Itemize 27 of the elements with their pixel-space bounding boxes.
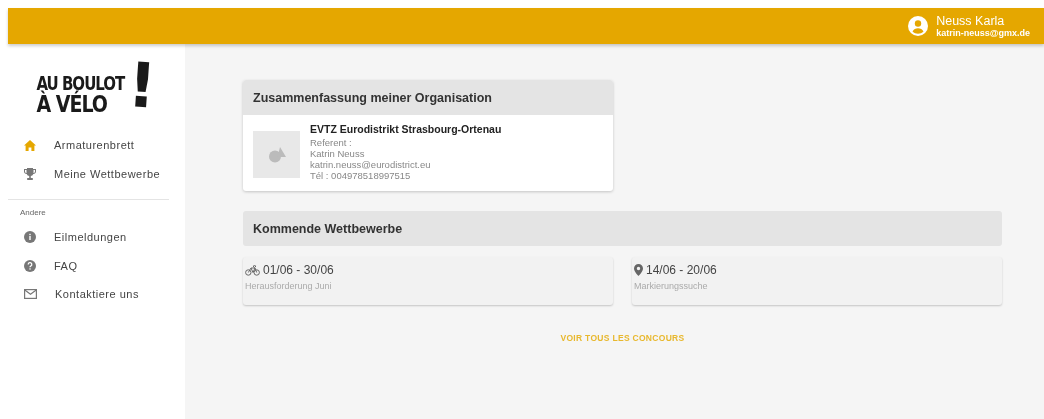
competition-card[interactable]: 14/06 - 20/06 Markierungssuche [632,257,1002,305]
location-pin-icon [634,264,643,276]
section-title: Kommende Wettbewerbe [243,211,1002,246]
user-name: Neuss Karla [936,14,1006,28]
nav-item[interactable]: Kontaktiere uns [8,280,185,309]
nav-item[interactable]: Eilmeldungen [8,223,185,252]
card-title: Zusammenfassung meiner Organisation [243,80,613,115]
organization-detail: katrin.neuss@eurodistrict.eu [310,159,432,170]
organization-detail: Tél : 004978518997515 [310,170,412,181]
competition-dates: 14/06 - 20/06 [646,263,717,277]
account-avatar-icon[interactable] [908,16,929,36]
bicycle-icon [245,264,260,276]
nav-item[interactable]: Armaturenbrett [8,131,185,160]
competition-dates: 01/06 - 30/06 [263,263,334,277]
competition-name: Markierungssuche [634,281,709,291]
nav-item[interactable]: FAQ [8,251,185,280]
logo-text: À VÉLO [36,92,107,115]
section-title: Andere [19,208,47,219]
organization-detail: Katrin Neuss [310,148,366,159]
competition-card[interactable]: 01/06 - 30/06 Herausforderung Juni [243,257,613,305]
organization-detail: Referent : [310,137,353,148]
competition-name: Herausforderung Juni [245,281,333,291]
shapes-icon [267,146,286,163]
nav-item[interactable]: Meine Wettbewerbe [8,159,185,188]
logo-mark: ! [126,56,159,116]
organization-name: EVTZ Eurodistrikt Strasbourg-Ortenau [310,123,502,135]
user-email: katrin-neuss@gmx.de [936,28,1030,38]
